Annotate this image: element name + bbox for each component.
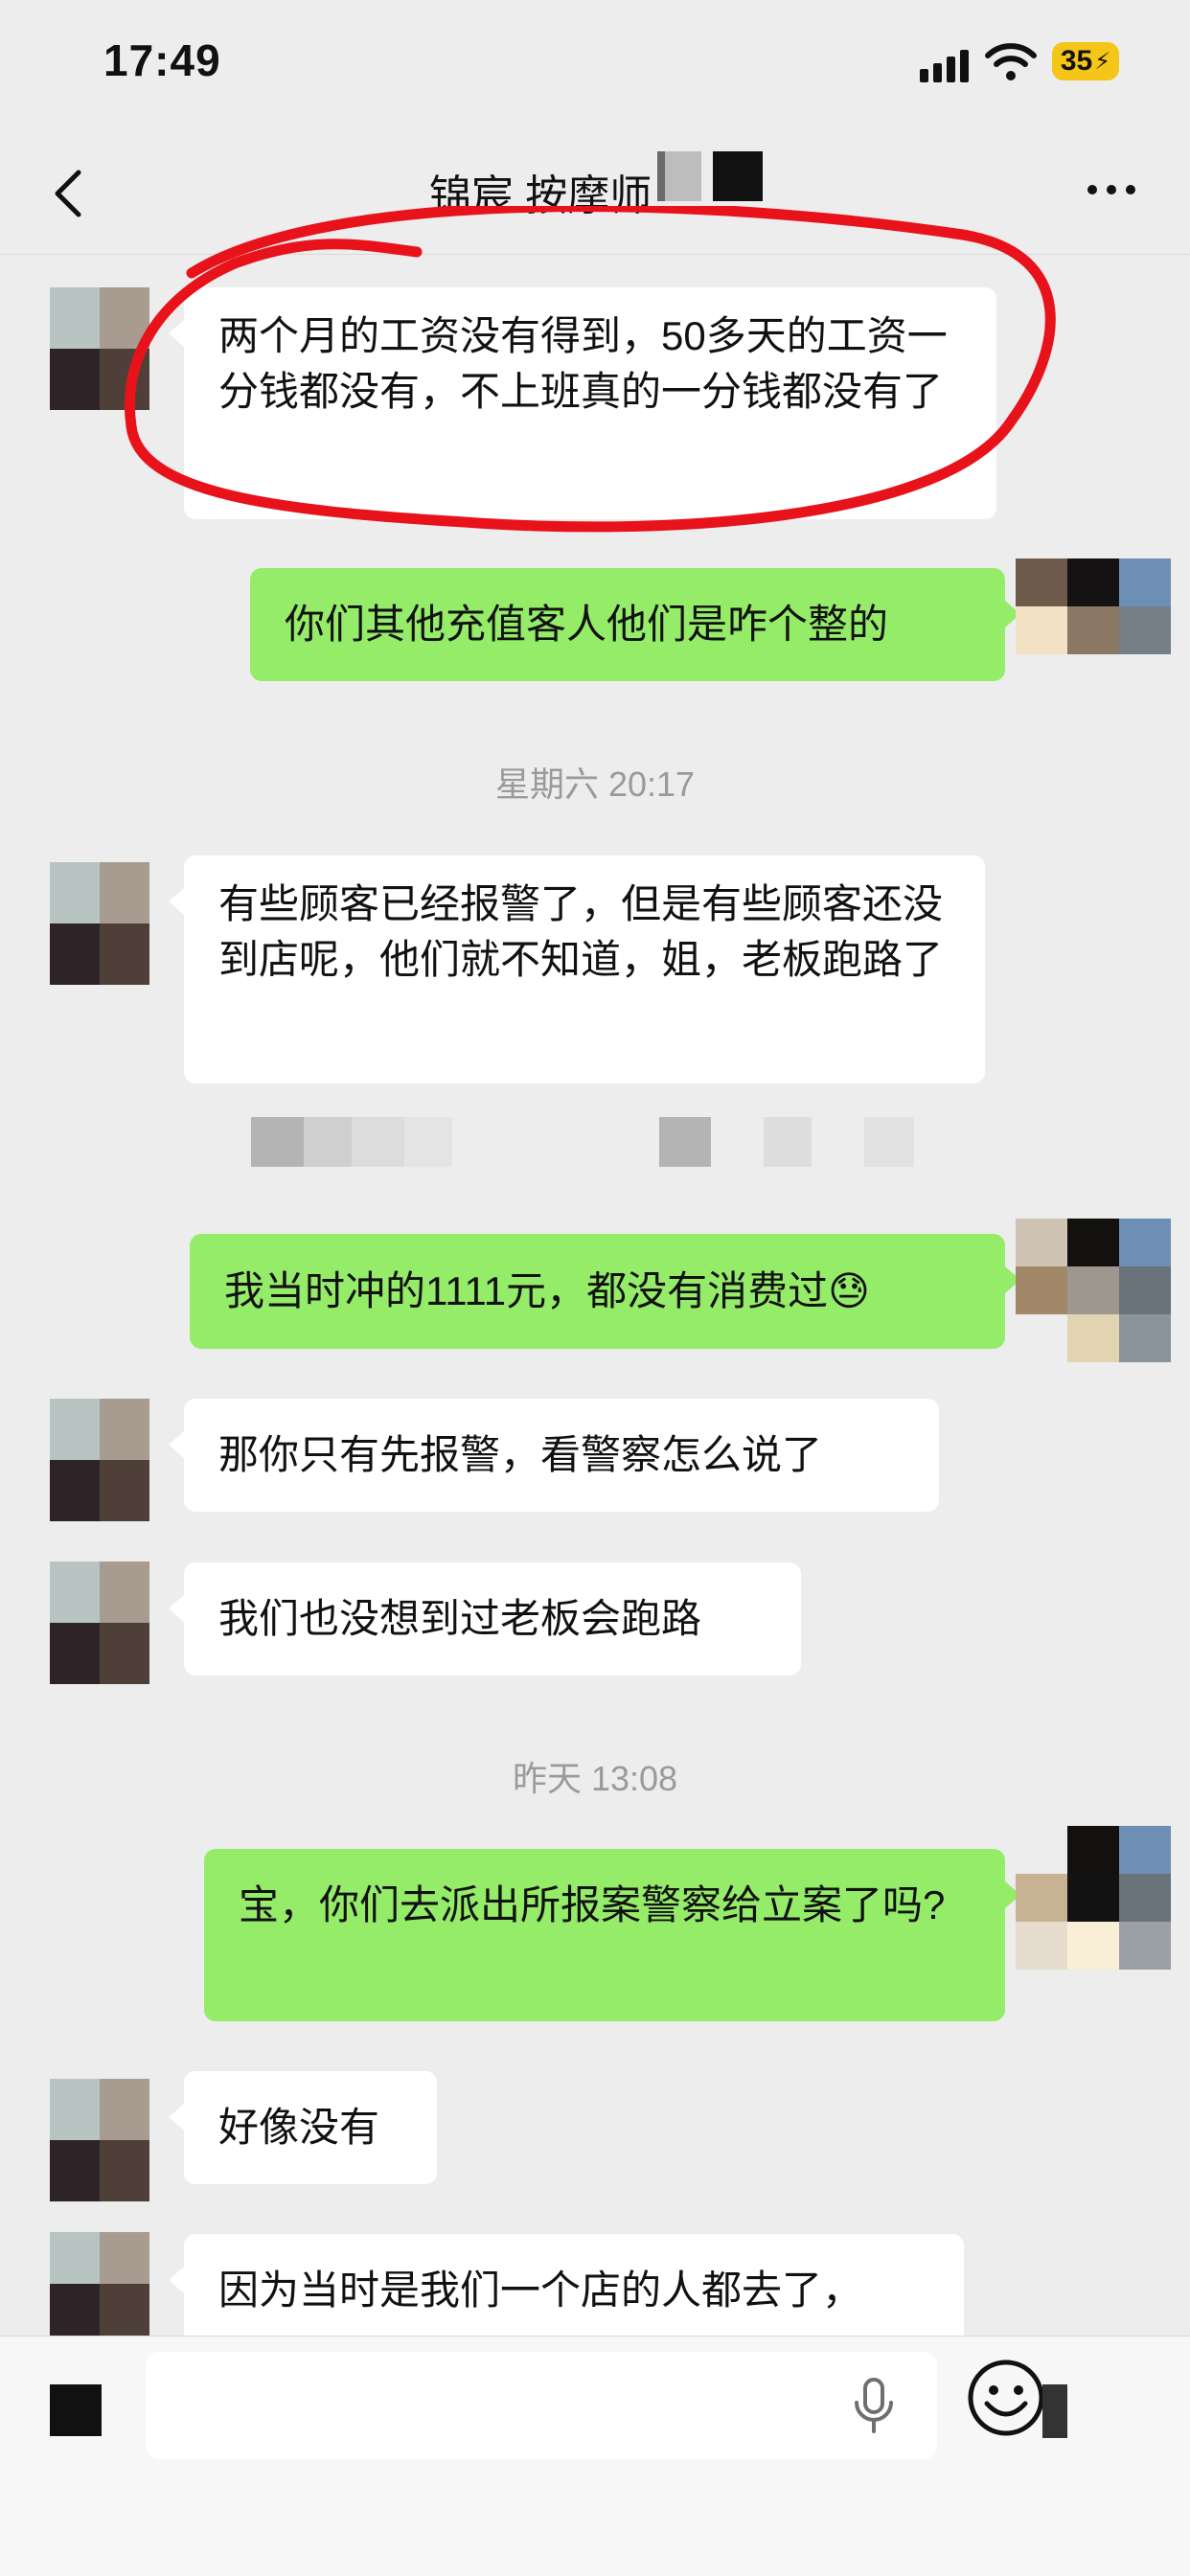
chat-header: 锦宸 按摩师 bbox=[0, 134, 1190, 255]
microphone-icon[interactable] bbox=[851, 2377, 897, 2436]
avatar[interactable] bbox=[1016, 1826, 1171, 1970]
avatar[interactable] bbox=[50, 2232, 149, 2336]
chat-title: 锦宸 按摩师 bbox=[429, 172, 652, 219]
mosaic-redaction bbox=[1042, 2384, 1067, 2438]
message-input[interactable] bbox=[146, 2352, 937, 2459]
timestamp: 昨天 13:08 bbox=[512, 1759, 678, 1798]
signal-bars-icon bbox=[920, 50, 969, 82]
wifi-icon bbox=[985, 43, 1037, 80]
avatar[interactable] bbox=[50, 2079, 149, 2201]
avatar[interactable] bbox=[50, 287, 149, 410]
status-bar: 17:49 35 ⚡ bbox=[0, 0, 1190, 134]
message-bubble-incoming[interactable]: 好像没有 bbox=[169, 2071, 437, 2184]
input-bar bbox=[0, 2336, 1190, 2576]
avatar[interactable] bbox=[50, 1562, 149, 1684]
title-mosaic-redaction bbox=[657, 151, 763, 201]
message-bubble-incoming[interactable]: 因为当时是我们一个店的人都去了， bbox=[169, 2234, 964, 2336]
battery-level: 35 bbox=[1060, 45, 1093, 77]
message-bubble-incoming[interactable]: 有些顾客已经报警了，但是有些顾客还没到店呢，他们就不知道，姐，老板跑路了 bbox=[169, 855, 985, 1083]
avatar[interactable] bbox=[1016, 1219, 1171, 1362]
sweat-emoji-icon: 😓 bbox=[828, 1268, 870, 1313]
message-bubble-incoming[interactable]: 两个月的工资没有得到，50多天的工资一分钱都没有，不上班真的一分钱都没有了 bbox=[169, 287, 996, 519]
message-bubble-incoming[interactable]: 我们也没想到过老板会跑路 bbox=[169, 1562, 801, 1676]
message-bubble-outgoing[interactable]: 我当时冲的1111元，都没有消费过😓 bbox=[190, 1234, 1020, 1349]
chevron-left-icon[interactable] bbox=[38, 159, 96, 226]
more-dots-icon[interactable] bbox=[1083, 171, 1140, 209]
mosaic-redaction bbox=[251, 1117, 914, 1167]
avatar[interactable] bbox=[50, 1399, 149, 1521]
status-time: 17:49 bbox=[103, 35, 221, 85]
charging-bolt-icon: ⚡ bbox=[1094, 48, 1111, 75]
avatar[interactable] bbox=[50, 862, 149, 985]
message-bubble-incoming[interactable]: 那你只有先报警，看警察怎么说了 bbox=[169, 1399, 939, 1512]
battery-indicator: 35 ⚡ bbox=[1052, 42, 1119, 80]
message-text: 我当时冲的1111元，都没有消费过 bbox=[224, 1268, 829, 1313]
voice-toggle-button[interactable] bbox=[50, 2384, 102, 2436]
message-bubble-outgoing[interactable]: 宝，你们去派出所报案警察给立案了吗? bbox=[204, 1849, 1020, 2021]
message-bubble-outgoing[interactable]: 你们其他充值客人他们是咋个整的 bbox=[250, 568, 1020, 681]
smiley-icon[interactable] bbox=[966, 2358, 1046, 2438]
avatar[interactable] bbox=[1016, 559, 1171, 702]
timestamp: 星期六 20:17 bbox=[494, 764, 696, 804]
